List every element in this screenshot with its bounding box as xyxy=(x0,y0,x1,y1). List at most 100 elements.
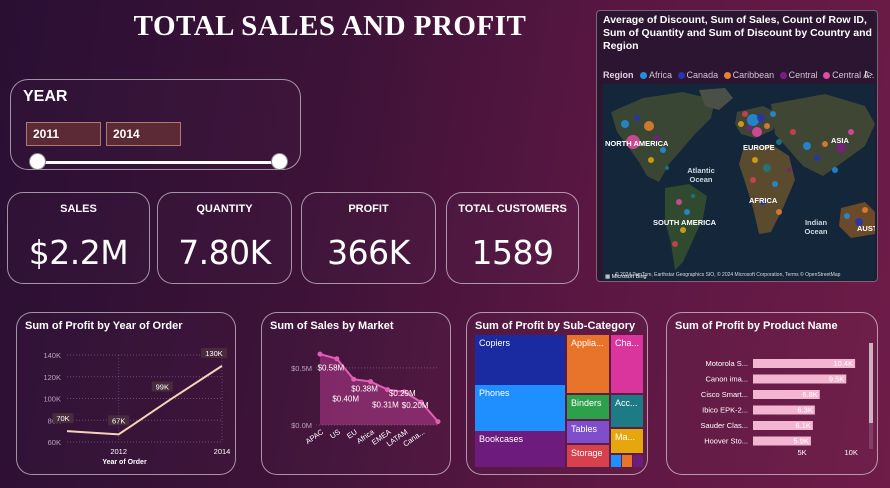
profit-by-subcategory-treemap[interactable]: Copiers Phones Bookcases Applia... Cha... Bin… xyxy=(475,335,643,467)
map-bubble[interactable] xyxy=(844,213,850,219)
year-slider-end-handle[interactable] xyxy=(271,153,288,170)
map-bubble[interactable] xyxy=(680,227,686,233)
map-bubble[interactable] xyxy=(684,209,690,215)
map-bubble[interactable] xyxy=(665,166,669,170)
y-tick-label: Canon ima... xyxy=(705,375,748,384)
sales-by-market-chart[interactable]: $0.0M $0.5M $0.58M $0.40M$0.38M $0.31M $0.29M… xyxy=(262,335,452,476)
map-bubble[interactable] xyxy=(621,120,629,128)
treemap-cell-small[interactable] xyxy=(633,455,643,467)
legend-next-arrow-icon[interactable]: ▷ xyxy=(865,69,873,80)
map-bubble[interactable] xyxy=(676,199,682,205)
map-bubble[interactable] xyxy=(763,164,771,172)
map-label-indian-ocean: Indian Ocean xyxy=(804,218,828,236)
map-bubble[interactable] xyxy=(634,115,640,121)
card-profit-by-product[interactable]: Sum of Profit by Product Name Motorola S… xyxy=(666,312,878,475)
map-bubble[interactable] xyxy=(814,155,820,161)
map-label-australia: AUST xyxy=(857,224,875,233)
map-bubble[interactable] xyxy=(764,123,770,129)
y-tick-label: Hoover Sto... xyxy=(704,437,748,446)
treemap-cell[interactable]: Applia... xyxy=(567,335,609,393)
windows-logo-icon: ▦ xyxy=(605,274,611,280)
kpi-label: PROFIT xyxy=(348,203,389,215)
map-bubble[interactable] xyxy=(750,177,756,183)
map-bubble[interactable] xyxy=(787,168,791,172)
year-slicer-label: YEAR xyxy=(23,88,68,105)
map-bubble[interactable] xyxy=(772,181,778,187)
profit-by-year-chart[interactable]: 60K80K100K120K140K20122014Year of Order7… xyxy=(17,335,237,476)
kpi-label: TOTAL CUSTOMERS xyxy=(458,203,567,215)
map-bubble[interactable] xyxy=(832,167,838,173)
year-slicer: YEAR 2011 2014 xyxy=(10,79,301,170)
treemap-cell[interactable]: Cha... xyxy=(611,335,643,393)
world-map[interactable]: NORTH AMERICA EUROPE ASIA Atlantic Ocean… xyxy=(603,84,875,280)
x-tick-label: 5K xyxy=(797,448,806,457)
map-bubble[interactable] xyxy=(644,121,654,131)
y-tick-label: Motorola S... xyxy=(705,359,748,368)
x-tick-label: 2014 xyxy=(214,447,231,456)
map-bubble[interactable] xyxy=(672,241,678,247)
data-label: 99K xyxy=(156,383,169,392)
legend-item-central[interactable]: Central xyxy=(779,70,818,80)
y-tick-label: 100K xyxy=(43,395,61,404)
y-tick-label: Ibico EPK-2... xyxy=(702,406,748,415)
chart-title: Sum of Profit by Product Name xyxy=(675,320,838,332)
treemap-cell[interactable]: Phones xyxy=(475,385,565,431)
treemap-cell-small[interactable] xyxy=(622,455,632,467)
data-label: 5.9K xyxy=(793,437,808,446)
card-profit-by-subcategory[interactable]: Sum of Profit by Sub-Category Copiers Pho… xyxy=(466,312,648,475)
map-bubble[interactable] xyxy=(691,194,695,198)
year-start-input[interactable]: 2011 xyxy=(26,122,101,146)
map-provider-name: Microsoft Bing xyxy=(611,274,647,280)
treemap-cell[interactable]: Binders xyxy=(567,395,609,419)
map-bubble[interactable] xyxy=(862,207,868,213)
treemap-cell[interactable]: Bookcases xyxy=(475,431,565,467)
legend-item-caribbean[interactable]: Caribbean xyxy=(723,70,774,80)
map-bubble[interactable] xyxy=(752,157,758,163)
map-label-asia: ASIA xyxy=(831,136,849,145)
map-bubble[interactable] xyxy=(738,121,744,127)
scrollbar-thumb[interactable] xyxy=(869,343,873,423)
data-label: $0.40M xyxy=(332,394,359,403)
map-bubble[interactable] xyxy=(822,141,828,147)
year-end-input[interactable]: 2014 xyxy=(106,122,181,146)
chart-title: Sum of Sales by Market xyxy=(270,320,394,332)
treemap-cell[interactable]: Ma... xyxy=(611,429,643,453)
map-title: Average of Discount, Sum of Sales, Count… xyxy=(603,14,872,52)
treemap-cell[interactable]: Acc... xyxy=(611,395,643,427)
map-bubble[interactable] xyxy=(742,111,748,117)
x-tick-label: 2012 xyxy=(110,447,127,456)
map-attribution[interactable]: © 2024 TomTom, Earthstar Geographics SIO… xyxy=(615,272,840,278)
map-bubble[interactable] xyxy=(752,127,762,137)
data-label: 6.1K xyxy=(795,421,810,430)
treemap-cell[interactable]: Copiers xyxy=(475,335,565,385)
map-bubble[interactable] xyxy=(648,157,654,163)
map-bubble[interactable] xyxy=(803,142,811,150)
map-bubble[interactable] xyxy=(790,129,796,135)
card-sales-by-market[interactable]: Sum of Sales by Market $0.0M $0.5M $0.58M $… xyxy=(261,312,451,475)
map-visual[interactable]: Average of Discount, Sum of Sales, Count… xyxy=(596,10,878,282)
treemap-cell[interactable]: Storage xyxy=(567,445,609,467)
kpi-value: 7.80K xyxy=(178,233,271,272)
kpi-value: 1589 xyxy=(471,233,554,272)
kpi-value: 366K xyxy=(327,233,410,272)
year-slider-start-handle[interactable] xyxy=(29,153,46,170)
map-bubble[interactable] xyxy=(770,111,776,117)
data-label: $0.20M xyxy=(402,401,429,410)
legend-item-canada[interactable]: Canada xyxy=(677,70,718,80)
x-tick-label: 10K xyxy=(845,448,858,457)
treemap-cell-small[interactable] xyxy=(611,455,621,467)
data-label: 67K xyxy=(112,416,125,425)
profit-by-product-chart[interactable]: Motorola S... 10.4K Canon ima... 9.5K Cisco … xyxy=(667,335,879,476)
map-bubble[interactable] xyxy=(776,209,782,215)
sales-point xyxy=(334,356,340,362)
card-profit-by-year[interactable]: Sum of Profit by Year of Order 60K80K100… xyxy=(16,312,236,475)
map-bubble[interactable] xyxy=(848,129,854,135)
map-bubble[interactable] xyxy=(757,114,765,122)
map-bubble[interactable] xyxy=(776,139,782,145)
legend-item-africa[interactable]: Africa xyxy=(640,70,672,80)
map-bubble[interactable] xyxy=(746,125,752,131)
year-slider-track[interactable] xyxy=(37,161,281,164)
treemap-cell[interactable]: Tables xyxy=(567,421,609,443)
map-bubble[interactable] xyxy=(747,114,759,126)
x-axis-label: Year of Order xyxy=(102,459,147,466)
